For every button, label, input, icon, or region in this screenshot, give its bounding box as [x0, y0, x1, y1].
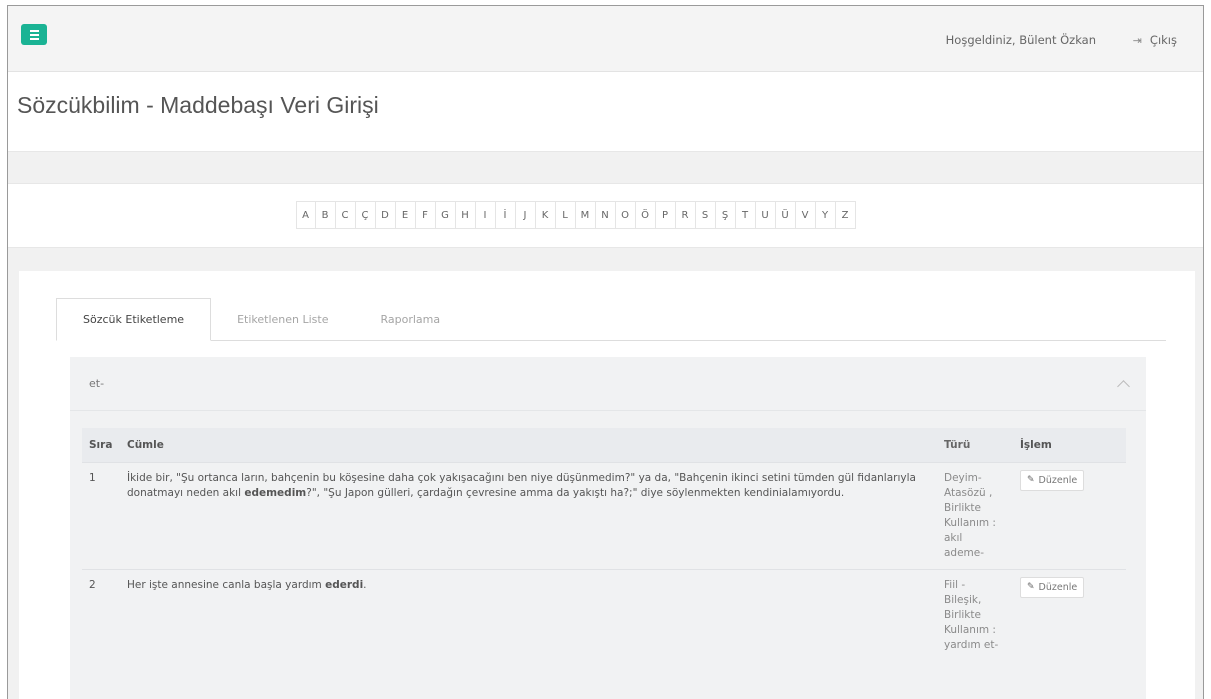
letter-button[interactable]: N — [595, 201, 616, 229]
table-row: 1 İkide bir, "Şu ortanca ların, bahçenin … — [82, 461, 1126, 569]
sign-out-icon: ⇥ — [1132, 33, 1142, 47]
letter-button[interactable]: İ — [495, 201, 516, 229]
main-card: Sözcük Etiketleme Etiketlenen Liste Raporl… — [19, 271, 1195, 699]
letter-button[interactable]: P — [655, 201, 676, 229]
table-row: 2 Her işte annesine canla başla yardım ed… — [82, 568, 1126, 661]
letter-button[interactable]: Z — [835, 201, 856, 229]
row-type: Deyim-Atasözü , Birlikte Kullanım : akıl… — [939, 461, 1015, 569]
letter-button[interactable]: M — [575, 201, 596, 229]
row-type: Fiil - Bileşik, Birlikte Kullanım : yard… — [939, 568, 1015, 661]
sentence-keyword: edemedim — [244, 486, 307, 499]
letter-button[interactable]: R — [675, 201, 696, 229]
table-header-row: Sıra Cümle Türü İşlem — [82, 428, 1126, 462]
letter-button[interactable]: T — [735, 201, 756, 229]
letter-button[interactable]: C — [335, 201, 356, 229]
logout-label: Çıkış — [1149, 33, 1177, 47]
letter-button[interactable]: E — [395, 201, 416, 229]
row-index: 2 — [82, 568, 122, 661]
edit-button[interactable]: ✎ Düzenle — [1020, 576, 1085, 598]
sentence-text: ?", "Şu Japon gülleri, çardağın çevresin… — [306, 486, 845, 499]
row-sentence: Her işte annesine canla başla yardım ede… — [122, 568, 939, 661]
letter-button[interactable]: Ü — [775, 201, 796, 229]
row-action: ✎ Düzenle — [1015, 568, 1126, 661]
letter-button[interactable]: U — [755, 201, 776, 229]
sentence-keyword: ederdi — [325, 578, 364, 591]
letter-button[interactable]: A — [295, 201, 316, 229]
column-header-turu: Türü — [939, 428, 1015, 462]
pencil-icon: ✎ — [1027, 581, 1035, 592]
tab-etiketlenen-liste[interactable]: Etiketlenen Liste — [211, 298, 354, 341]
panel-title: et- — [89, 377, 105, 390]
letter-button[interactable]: I — [475, 201, 496, 229]
alphabet-letters: ABCÇDEFGHIİJKLMNOÖPRSŞTUÜVYZ — [295, 201, 856, 229]
letter-button[interactable]: K — [535, 201, 556, 229]
letter-button[interactable]: D — [375, 201, 396, 229]
top-navbar: Hoşgeldiniz, Bülent Özkan ⇥ Çıkış — [8, 6, 1203, 72]
column-header-sira: Sıra — [82, 428, 122, 462]
letter-button[interactable]: S — [695, 201, 716, 229]
sentence-text: Her işte annesine canla başla yardım — [127, 578, 326, 591]
edit-button[interactable]: ✎ Düzenle — [1020, 469, 1085, 491]
page-heading: Sözcükbilim - Maddebaşı Veri Girişi — [8, 72, 1203, 152]
bars-icon — [29, 29, 39, 40]
column-header-cumle: Cümle — [122, 428, 939, 462]
app-frame: Hoşgeldiniz, Bülent Özkan ⇥ Çıkış Sözcük… — [7, 5, 1204, 699]
letter-button[interactable]: L — [555, 201, 576, 229]
edit-button-label: Düzenle — [1038, 581, 1078, 593]
row-index: 1 — [82, 461, 122, 569]
letter-button[interactable]: Y — [815, 201, 836, 229]
edit-button-label: Düzenle — [1038, 474, 1078, 486]
sentence-text: . — [363, 578, 367, 591]
menu-toggle-button[interactable] — [21, 24, 47, 45]
alphabet-filter: ABCÇDEFGHIİJKLMNOÖPRSŞTUÜVYZ — [8, 183, 1203, 248]
letter-button[interactable]: G — [435, 201, 456, 229]
page-title: Sözcükbilim - Maddebaşı Veri Girişi — [17, 92, 379, 118]
column-header-islem: İşlem — [1015, 428, 1126, 462]
pencil-icon: ✎ — [1027, 474, 1035, 485]
chevron-up-icon[interactable] — [1117, 379, 1130, 393]
letter-button[interactable]: V — [795, 201, 816, 229]
letter-button[interactable]: O — [615, 201, 636, 229]
row-action: ✎ Düzenle — [1015, 461, 1126, 569]
entry-panel: et- Sıra Cümle Türü İşlem 1 İkide bir, "Ş… — [70, 357, 1146, 699]
letter-button[interactable]: H — [455, 201, 476, 229]
letter-button[interactable]: B — [315, 201, 336, 229]
tab-bar: Sözcük Etiketleme Etiketlenen Liste Raporl… — [56, 298, 1166, 341]
letter-button[interactable]: Ö — [635, 201, 656, 229]
logout-link[interactable]: ⇥ Çıkış — [1133, 33, 1177, 47]
welcome-text: Hoşgeldiniz, Bülent Özkan — [945, 33, 1096, 47]
tab-sözcük-etiketleme[interactable]: Sözcük Etiketleme — [56, 298, 212, 341]
row-sentence: İkide bir, "Şu ortanca ların, bahçenin b… — [122, 461, 939, 569]
letter-button[interactable]: F — [415, 201, 436, 229]
letter-button[interactable]: J — [515, 201, 536, 229]
letter-button[interactable]: Ş — [715, 201, 736, 229]
panel-header: et- — [70, 357, 1146, 411]
letter-button[interactable]: Ç — [355, 201, 376, 229]
sentence-table: Sıra Cümle Türü İşlem 1 İkide bir, "Şu or… — [82, 428, 1126, 661]
tab-raporlama[interactable]: Raporlama — [354, 298, 466, 341]
